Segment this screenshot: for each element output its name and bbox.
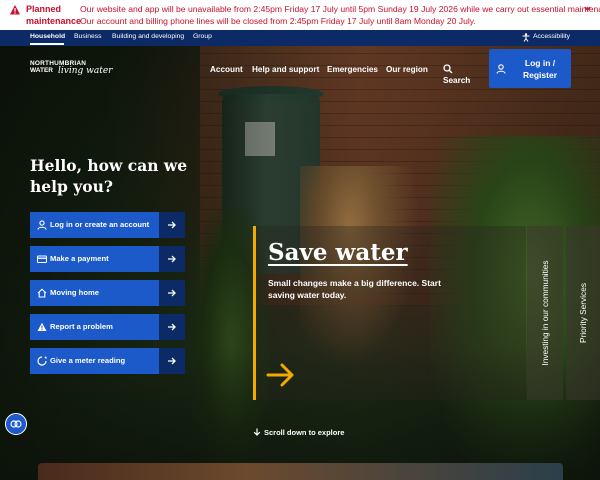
alert-message-line1: Our website and app will be unavailable … [80, 4, 600, 14]
hero-greeting: Hello, how can we help you? [30, 156, 188, 196]
alert-title: Planned maintenance [26, 4, 82, 27]
feature-title[interactable]: Save water [268, 239, 408, 266]
warning-triangle-icon [10, 5, 20, 15]
action-label: Give a meter reading [50, 356, 126, 365]
chat-icon [10, 420, 22, 428]
arrow-right-icon [168, 221, 176, 229]
user-icon [37, 220, 47, 230]
topbar-group[interactable]: Group [193, 33, 212, 40]
audience-nav: Household Business Building and developi… [0, 30, 600, 46]
action-label: Moving home [50, 288, 99, 297]
logo-script: living water [58, 66, 113, 76]
feature-text: Small changes make a big difference. Sta… [268, 278, 441, 300]
tab-label: Priority Services [578, 283, 588, 343]
chevron-down-icon[interactable] [583, 4, 592, 13]
brand-logo[interactable]: NORTHUMBRIAN WATER living water [30, 60, 113, 80]
action-arrow-box [159, 314, 185, 340]
action-arrow-box [159, 246, 185, 272]
nav-our-region[interactable]: Our region [386, 65, 428, 74]
accessibility-link[interactable]: Accessibility [533, 33, 570, 40]
tab-priority-services[interactable]: Priority Services [566, 226, 600, 400]
nav-emergencies[interactable]: Emergencies [327, 65, 378, 74]
hero: NORTHUMBRIAN WATER living water Account … [0, 46, 600, 480]
accessibility-icon [522, 33, 530, 42]
action-login[interactable]: Log in or create an account [30, 212, 185, 238]
card-icon [37, 255, 47, 264]
alert-title-line2: maintenance [26, 15, 82, 26]
feature-accent-bar [253, 226, 256, 400]
alert-title-line1: Planned [26, 4, 62, 14]
scroll-label: Scroll down to explore [264, 428, 345, 437]
search-button[interactable]: Search [443, 64, 473, 88]
warning-icon [37, 322, 47, 331]
topbar-business[interactable]: Business [74, 33, 102, 40]
action-report-problem[interactable]: Report a problem [30, 314, 185, 340]
tab-investing-in-communities[interactable]: Investing in our communities [527, 226, 563, 400]
arrow-right-icon[interactable] [266, 362, 296, 388]
alert-message: Our website and app will be unavailable … [80, 4, 600, 27]
alert-message-line2: Our account and billing phone lines will… [80, 15, 476, 26]
action-label: Report a problem [50, 322, 113, 331]
login-register-button[interactable]: Log in / Register [489, 49, 571, 88]
arrow-right-icon [168, 289, 176, 297]
topbar-household[interactable]: Household [30, 33, 65, 40]
active-indicator [30, 43, 64, 45]
scroll-down-link[interactable]: Scroll down to explore [253, 428, 344, 437]
nav-help-and-support[interactable]: Help and support [252, 65, 319, 74]
user-icon [496, 64, 506, 74]
meter-icon [37, 356, 47, 366]
login-line1: Log in / [524, 58, 556, 68]
logo-line2: WATER [30, 67, 53, 74]
arrow-right-icon [168, 357, 176, 365]
search-label: Search [443, 76, 471, 85]
action-arrow-box [159, 348, 185, 374]
action-label: Make a payment [50, 254, 109, 263]
maintenance-alert: Planned maintenance Our website and app … [0, 0, 600, 30]
nav-account[interactable]: Account [210, 65, 243, 74]
login-line2: Register [522, 70, 557, 80]
login-label: Log in / Register [515, 57, 565, 81]
arrow-right-icon [168, 323, 176, 331]
home-icon [37, 288, 47, 298]
action-meter-reading[interactable]: Give a meter reading [30, 348, 185, 374]
tab-label: Investing in our communities [540, 260, 550, 366]
action-moving-home[interactable]: Moving home [30, 280, 185, 306]
action-arrow-box [159, 212, 185, 238]
action-arrow-box [159, 280, 185, 306]
next-section-preview [38, 463, 563, 480]
action-label: Log in or create an account [50, 220, 150, 229]
search-icon [443, 64, 453, 74]
chat-button[interactable] [5, 413, 27, 435]
arrow-right-icon [168, 255, 176, 263]
arrow-down-icon [253, 428, 261, 436]
topbar-building[interactable]: Building and developing [112, 33, 184, 40]
action-payment[interactable]: Make a payment [30, 246, 185, 272]
